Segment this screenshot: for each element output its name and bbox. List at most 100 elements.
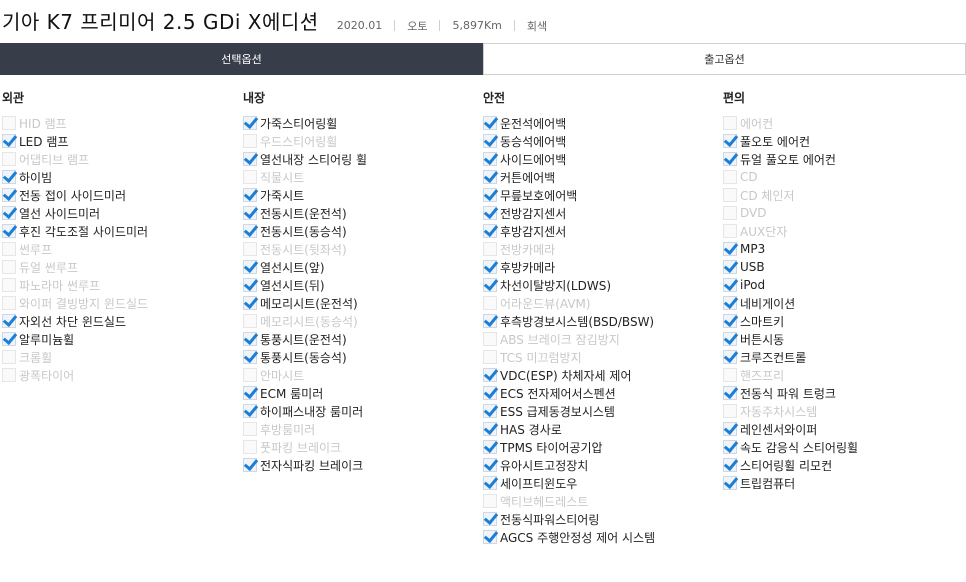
option-label: 스마트키: [740, 314, 785, 329]
option-list: 운전석에어백 동승석에어백 사이드에어백 커튼에어백 무릎보호에어백 전방감지센서 후방감지…: [483, 114, 655, 546]
option-label: 후진 각도조절 사이드미러: [19, 224, 149, 239]
checkbox-checked-icon: [483, 314, 497, 328]
checkbox-checked-icon: [483, 530, 497, 544]
option-item: 사이드에어백: [483, 150, 655, 168]
option-item: 후측방경보시스템(BSD/BSW): [483, 312, 655, 330]
option-label: 크루즈컨트롤: [740, 350, 807, 365]
option-label: 듀얼 풀오토 에어컨: [740, 152, 836, 167]
option-label: 우드스티어링휠: [260, 134, 338, 149]
option-label: VDC(ESP) 차체자세 제어: [500, 368, 632, 383]
checkbox-unchecked-icon: [2, 116, 16, 130]
option-item: 전동식 파워 트렁크: [723, 384, 858, 402]
checkbox-checked-icon: [723, 296, 737, 310]
checkbox-unchecked-icon: [243, 242, 257, 256]
checkbox-checked-icon: [243, 260, 257, 274]
option-label: 열선내장 스티어링 휠: [260, 152, 367, 167]
option-label: 파노라마 썬루프: [19, 278, 101, 293]
option-item: 운전석에어백: [483, 114, 655, 132]
option-item: 듀얼 풀오토 에어컨: [723, 150, 858, 168]
checkbox-unchecked-icon: [723, 368, 737, 382]
tab-factory-options[interactable]: 출고옵션: [483, 43, 966, 75]
option-label: HID 램프: [19, 116, 67, 131]
car-mileage: 5,897Km: [452, 19, 502, 32]
option-label: 운전석에어백: [500, 116, 567, 131]
option-label: 직물시트: [260, 170, 305, 185]
checkbox-checked-icon: [723, 260, 737, 274]
option-label: 자동주차시스템: [740, 404, 818, 419]
option-item: 어라운드뷰(AVM): [483, 294, 655, 312]
option-label: ECS 전자제어서스펜션: [500, 386, 616, 401]
option-label: 풋파킹 브레이크: [260, 440, 342, 455]
checkbox-checked-icon: [243, 386, 257, 400]
option-label: 후방카메라: [500, 260, 556, 275]
checkbox-checked-icon: [243, 206, 257, 220]
option-label: CD 체인저: [740, 188, 795, 203]
option-label: 액티브헤드레스트: [500, 494, 589, 509]
car-title: 기아 K7 프리미어 2.5 GDi X에디션: [2, 10, 319, 34]
option-label: 무릎보호에어백: [500, 188, 578, 203]
checkbox-unchecked-icon: [2, 296, 16, 310]
car-year: 2020.01: [336, 19, 383, 32]
option-item: 후방감지센서: [483, 222, 655, 240]
checkbox-checked-icon: [243, 152, 257, 166]
option-label: 전방카메라: [500, 242, 556, 257]
option-item: 통풍시트(동승석): [243, 348, 367, 366]
car-transmission: 오토: [407, 19, 428, 33]
option-item: 하이빔: [2, 168, 148, 186]
checkbox-checked-icon: [483, 206, 497, 220]
option-label: 트립컴퓨터: [740, 476, 796, 491]
option-item: MP3: [723, 240, 858, 258]
checkbox-checked-icon: [483, 170, 497, 184]
checkbox-checked-icon: [483, 224, 497, 238]
option-item: 자외선 차단 윈드실드: [2, 312, 148, 330]
option-item: 메모리시트(동승석): [243, 312, 367, 330]
option-item: ABS 브레이크 잠김방지: [483, 330, 655, 348]
option-label: 레인센서와이퍼: [740, 422, 818, 437]
option-label: MP3: [740, 242, 766, 256]
option-label: 안마시트: [260, 368, 305, 383]
checkbox-unchecked-icon: [723, 116, 737, 130]
option-label: 통풍시트(동승석): [260, 350, 347, 365]
option-item: 가죽시트: [243, 186, 367, 204]
checkbox-unchecked-icon: [2, 368, 16, 382]
option-item: 전동식파워스티어링: [483, 510, 655, 528]
checkbox-checked-icon: [243, 404, 257, 418]
option-label: 네비게이션: [740, 296, 796, 311]
checkbox-unchecked-icon: [243, 440, 257, 454]
option-item: ESS 급제동경보시스템: [483, 402, 655, 420]
checkbox-checked-icon: [2, 224, 16, 238]
option-label: 전동시트(운전석): [260, 206, 347, 221]
checkbox-checked-icon: [243, 116, 257, 130]
option-label: AGCS 주행안정성 제어 시스템: [500, 530, 656, 545]
checkbox-checked-icon: [2, 134, 16, 148]
option-item: 전방감지센서: [483, 204, 655, 222]
meta-divider: [394, 20, 396, 31]
meta-divider: [513, 20, 515, 31]
option-tabs: 선택옵션 출고옵션: [0, 43, 966, 75]
option-item: 열선시트(앞): [243, 258, 367, 276]
option-list: 가죽스티어링휠 우드스티어링휠 열선내장 스티어링 휠 직물시트 가죽시트 전동시트(운전…: [243, 114, 367, 474]
option-item: DVD: [723, 204, 858, 222]
option-label: 속도 감응식 스티어링휠: [740, 440, 859, 455]
checkbox-checked-icon: [483, 386, 497, 400]
option-item: 하이패스내장 룸미러: [243, 402, 367, 420]
tab-label: 출고옵션: [704, 53, 745, 66]
option-label: 하이빔: [19, 170, 53, 185]
option-label: 메모리시트(운전석): [260, 296, 358, 311]
option-item: 안마시트: [243, 366, 367, 384]
checkbox-unchecked-icon: [2, 260, 16, 274]
checkbox-checked-icon: [483, 134, 497, 148]
checkbox-checked-icon: [243, 224, 257, 238]
option-item: 메모리시트(운전석): [243, 294, 367, 312]
tab-selected-options[interactable]: 선택옵션: [0, 43, 483, 75]
option-label: 듀얼 썬루프: [19, 260, 79, 275]
option-label: 알루미늄휠: [19, 332, 75, 347]
checkbox-unchecked-icon: [2, 278, 16, 292]
option-item: 스티어링휠 리모컨: [723, 456, 858, 474]
checkbox-checked-icon: [483, 368, 497, 382]
option-item: HAS 경사로: [483, 420, 655, 438]
option-label: ECM 룸미러: [260, 386, 324, 401]
option-item: ECS 전자제어서스펜션: [483, 384, 655, 402]
option-item: USB: [723, 258, 858, 276]
option-item: 광폭타이어: [2, 366, 148, 384]
